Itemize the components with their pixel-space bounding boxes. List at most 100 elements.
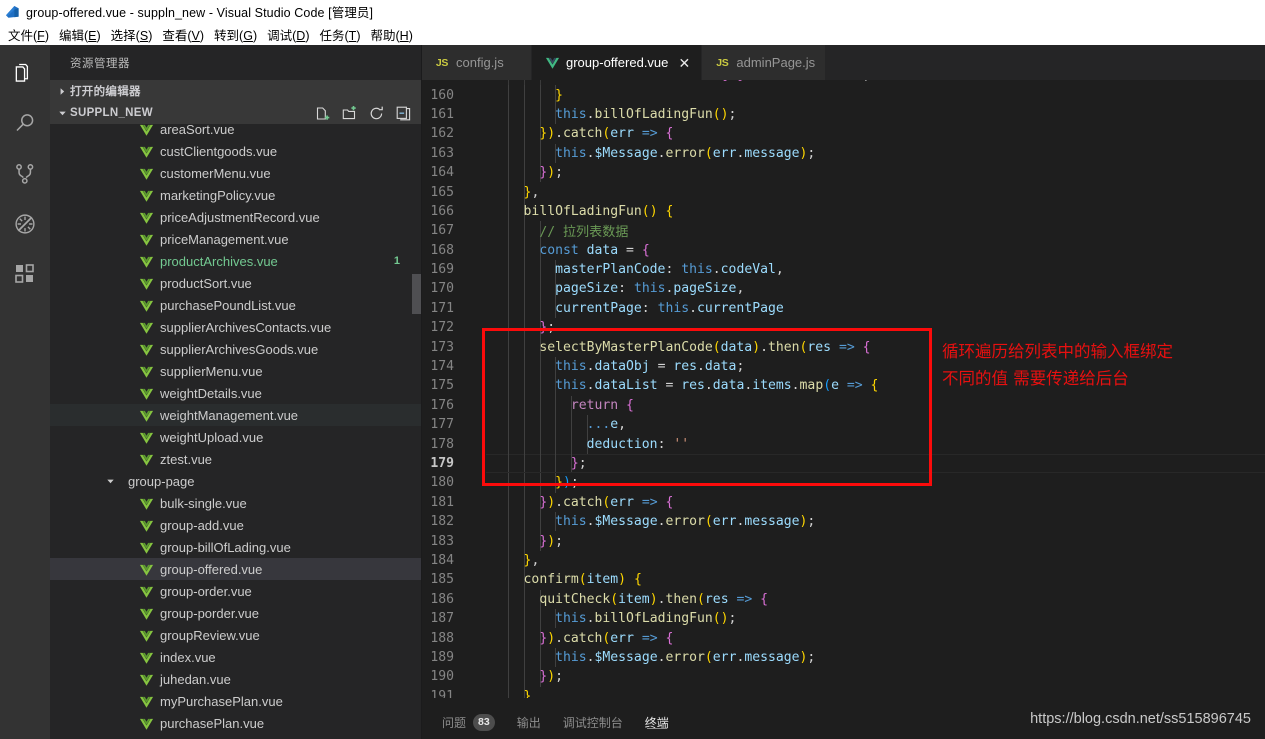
tree-row[interactable]: myPurchasePlan.vue: [50, 690, 422, 712]
menu-tasks[interactable]: 任务(T): [315, 23, 366, 46]
code-line[interactable]: 180 });: [422, 473, 1265, 493]
tree-row[interactable]: priceManagement.vue: [50, 228, 422, 250]
code-token: item: [618, 591, 650, 607]
indent-guides: [486, 686, 1265, 698]
tree-row[interactable]: group-offered.vue: [50, 558, 422, 580]
panel-tab-output[interactable]: 输出: [517, 703, 541, 735]
code-line[interactable]: 170 pageSize: this.pageSize,: [422, 279, 1265, 299]
code-token: this: [539, 80, 571, 83]
tree-row[interactable]: supplierArchivesGoods.vue: [50, 338, 422, 360]
code-token: ): [649, 591, 658, 607]
code-line[interactable]: 165 },: [422, 182, 1265, 202]
tree-row[interactable]: customerMenu.vue: [50, 162, 422, 184]
problems-count-badge: 83: [473, 713, 495, 731]
tree-row[interactable]: group-porder.vue: [50, 602, 422, 624]
menu-file[interactable]: 文件(F): [3, 23, 54, 46]
code-line[interactable]: 176 return {: [422, 395, 1265, 416]
code-line[interactable]: 178 deduction: '': [422, 434, 1265, 454]
menu-goto[interactable]: 转到(G): [209, 23, 262, 46]
tree-row[interactable]: group-page: [50, 470, 422, 492]
code-line[interactable]: 162 }).catch(err => {: [422, 124, 1265, 144]
extensions-icon[interactable]: [0, 249, 50, 299]
code-line[interactable]: 183 });: [422, 531, 1265, 551]
code-line[interactable]: 186 quitCheck(item).then(res => {: [422, 589, 1265, 609]
tree-row[interactable]: weightUpload.vue: [50, 426, 422, 448]
tree-row[interactable]: group-order.vue: [50, 580, 422, 602]
menu-selection[interactable]: 选择(S): [106, 23, 158, 46]
tree-row[interactable]: index.vue: [50, 646, 422, 668]
tree-row[interactable]: purchasePoundList.vue: [50, 294, 422, 316]
tree-row[interactable]: productSort.vue: [50, 272, 422, 294]
search-icon[interactable]: [0, 99, 50, 149]
code-line[interactable]: 166 billOfLadingFun() {: [422, 201, 1265, 222]
code-line[interactable]: 184 },: [422, 550, 1265, 571]
tree-row[interactable]: priceAdjustmentRecord.vue: [50, 206, 422, 228]
code-token: (: [712, 106, 721, 122]
code-line[interactable]: 182 this.$Message.error(err.message);: [422, 511, 1265, 532]
source-control-branch-icon[interactable]: [0, 149, 50, 199]
code-line[interactable]: 161 this.billOfLadingFun();: [422, 104, 1265, 125]
tree-row[interactable]: custClientgoods.vue: [50, 140, 422, 162]
code-editor[interactable]: 159 this.codeVal = res.data[0].masterPla…: [422, 80, 1265, 698]
code-line[interactable]: 164 });: [422, 162, 1265, 183]
tree-row[interactable]: bulk-single.vue: [50, 492, 422, 514]
tab-adminpage-js[interactable]: JS adminPage.js: [702, 45, 827, 80]
close-icon[interactable]: ✕: [677, 56, 691, 70]
code-line[interactable]: 163 this.$Message.error(err.message);: [422, 143, 1265, 163]
code-line[interactable]: 189 this.$Message.error(err.message);: [422, 647, 1265, 668]
code-line[interactable]: 187 this.billOfLadingFun();: [422, 608, 1265, 629]
menu-view[interactable]: 查看(V): [157, 23, 209, 46]
menu-debug[interactable]: 调试(D): [262, 23, 314, 46]
code-token: catch: [562, 126, 603, 142]
section-open-editors[interactable]: 打开的编辑器: [50, 80, 422, 102]
tree-row[interactable]: supplierArchivesContacts.vue: [50, 316, 422, 338]
line-number: 166: [430, 203, 454, 219]
panel-tab-label: 问题: [442, 715, 467, 730]
panel-tab-terminal[interactable]: 终端: [645, 703, 669, 735]
code-line[interactable]: 191 },: [422, 686, 1265, 698]
tree-row[interactable]: group-add.vue: [50, 514, 422, 536]
code-line[interactable]: 167 // 拉列表数据: [422, 221, 1265, 241]
tree-row[interactable]: weightManagement.vue: [50, 404, 422, 426]
new-folder-icon[interactable]: [341, 105, 358, 122]
panel-tab-problems[interactable]: 问题 83: [442, 703, 495, 735]
panel-tab-debug-console[interactable]: 调试控制台: [563, 703, 623, 735]
new-file-icon[interactable]: [314, 105, 331, 122]
tree-row[interactable]: marketingPolicy.vue: [50, 184, 422, 206]
tree-row[interactable]: ztest.vue: [50, 448, 422, 470]
refresh-icon[interactable]: [368, 105, 385, 122]
tree-row[interactable]: areaSort.vue: [50, 124, 422, 140]
code-line[interactable]: 169 masterPlanCode: this.codeVal,: [422, 259, 1265, 280]
code-line[interactable]: 177 ...e,: [422, 415, 1265, 435]
code-line[interactable]: 179 };: [422, 453, 1265, 474]
code-line[interactable]: 160 }: [422, 85, 1265, 105]
explorer-files-icon[interactable]: [0, 49, 50, 99]
menu-help[interactable]: 帮助(H): [365, 23, 417, 46]
tree-row[interactable]: productArchives.vue 1: [50, 250, 422, 272]
code-line[interactable]: 185 confirm(item) {: [422, 570, 1265, 590]
code-line[interactable]: 190 });: [422, 667, 1265, 687]
tree-row[interactable]: supplierMenu.vue: [50, 360, 422, 382]
menu-edit[interactable]: 编辑(E): [54, 23, 106, 46]
code-line[interactable]: 171 currentPage: this.currentPage: [422, 298, 1265, 319]
tree-row[interactable]: purchasePlan.vue: [50, 712, 422, 734]
tree-row[interactable]: groupsale-page: [50, 734, 422, 739]
code-line[interactable]: 168 const data = {: [422, 240, 1265, 260]
code-token: ): [618, 572, 627, 588]
code-line[interactable]: 181 }).catch(err => {: [422, 492, 1265, 512]
file-tree[interactable]: areaSort.vue custClientgoods.vue customerM…: [50, 124, 422, 739]
tree-row[interactable]: weightDetails.vue: [50, 382, 422, 404]
tree-row[interactable]: juhedan.vue: [50, 668, 422, 690]
code-line[interactable]: 172 };: [422, 318, 1265, 338]
section-workspace-folder[interactable]: SUPPLN_NEW: [50, 102, 422, 124]
tree-row[interactable]: group-billOfLading.vue: [50, 536, 422, 558]
tab-group-offered-vue[interactable]: group-offered.vue ✕: [532, 45, 703, 80]
line-number: 187: [430, 611, 454, 627]
tab-config-js[interactable]: JS config.js: [422, 45, 532, 80]
collapse-all-icon[interactable]: [395, 105, 412, 122]
tree-row[interactable]: groupReview.vue: [50, 624, 422, 646]
debug-no-run-icon[interactable]: [0, 199, 50, 249]
code-line[interactable]: 188 }).catch(err => {: [422, 628, 1265, 648]
